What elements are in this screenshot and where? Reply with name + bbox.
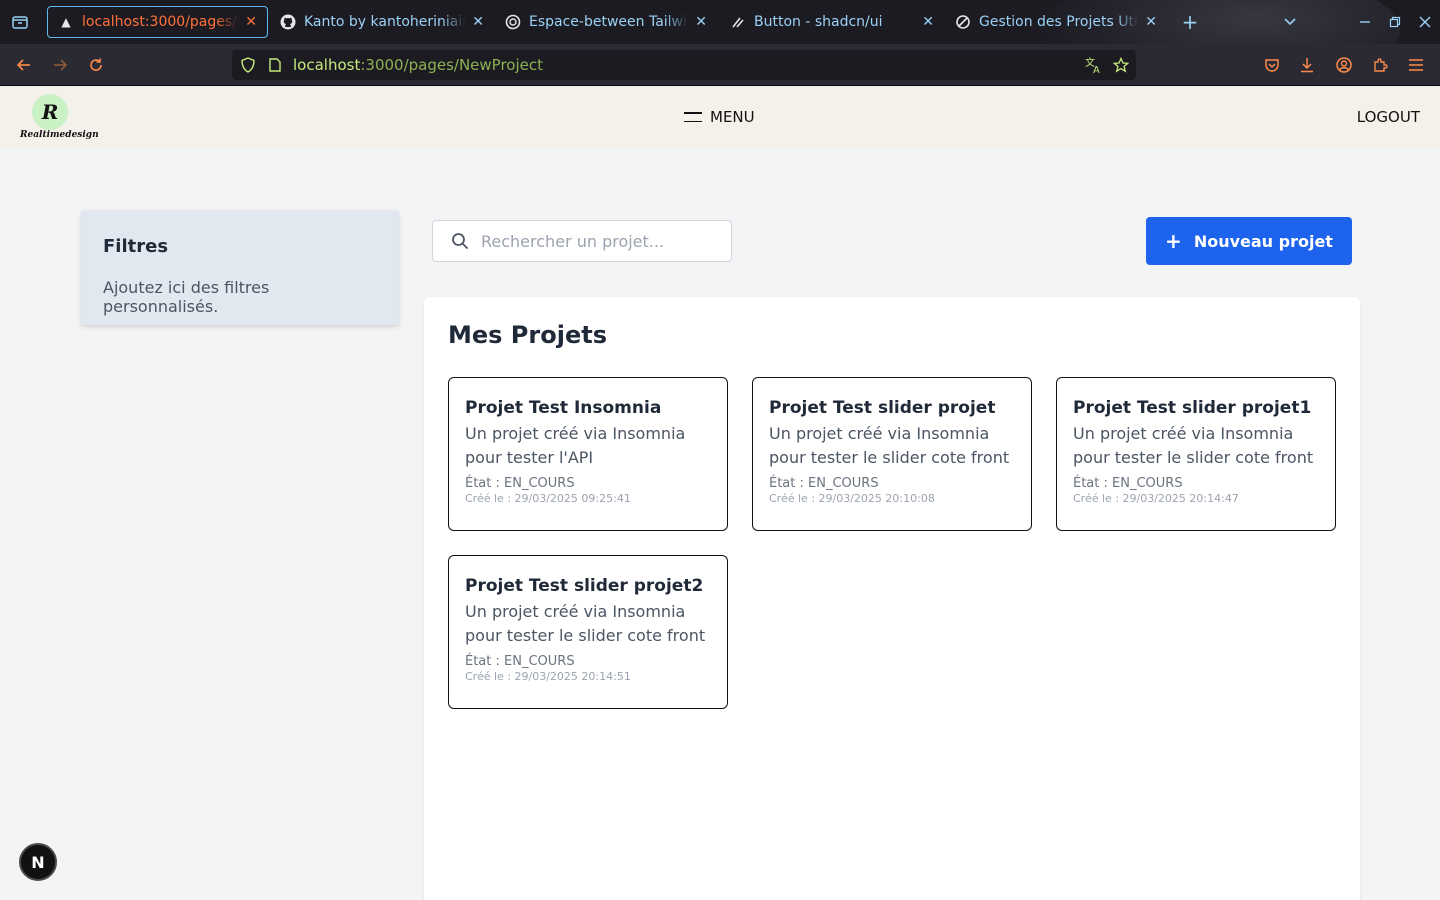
project-card[interactable]: Projet Test slider projet2 Un projet cré… bbox=[448, 555, 728, 709]
menu-button[interactable]: MENU bbox=[684, 108, 755, 126]
logo-text: Realtimedesign bbox=[20, 130, 99, 140]
tab-title: Gestion des Projets Utilisateur bbox=[979, 14, 1139, 30]
projects-panel: Mes Projets Projet Test Insomnia Un proj… bbox=[424, 297, 1360, 900]
back-icon[interactable] bbox=[12, 53, 36, 77]
browser-tab-4[interactable]: Button - shadcn/ui ✕ bbox=[720, 6, 944, 38]
close-tab-icon[interactable]: ✕ bbox=[695, 14, 707, 30]
project-description: Un projet créé via Insomnia pour tester … bbox=[1073, 424, 1314, 467]
swagger-icon bbox=[955, 14, 971, 30]
pocket-icon[interactable] bbox=[1260, 53, 1284, 77]
svg-text:A: A bbox=[1093, 65, 1100, 74]
plus-icon: + bbox=[1165, 229, 1182, 253]
project-card[interactable]: Projet Test slider projet1 Un projet cré… bbox=[1056, 377, 1336, 531]
tab-title: Kanto by kantoheriniaina bbox=[304, 14, 467, 30]
browser-navigation-bar: localhost:3000/pages/NewProject 文A bbox=[0, 44, 1440, 86]
search-input[interactable] bbox=[481, 229, 721, 253]
projects-title: Mes Projets bbox=[448, 321, 607, 349]
nextjs-dev-badge[interactable]: N bbox=[19, 843, 57, 881]
browser-tab-3[interactable]: Espace-between Tailwind CSS ✕ bbox=[495, 6, 717, 38]
translate-icon[interactable]: 文A bbox=[1081, 53, 1105, 77]
url-host: localhost bbox=[293, 56, 361, 74]
project-description: Un projet créé via Insomnia pour tester … bbox=[769, 424, 1010, 467]
search-box[interactable] bbox=[432, 220, 732, 262]
triangle-icon: ▲ bbox=[61, 15, 71, 29]
shield-icon[interactable] bbox=[236, 53, 260, 77]
logo[interactable]: R Realtimedesign bbox=[20, 94, 99, 144]
project-created-date: Créé le : 29/03/2025 20:10:08 bbox=[769, 492, 935, 505]
extensions-icon[interactable] bbox=[1368, 53, 1392, 77]
close-tab-icon[interactable]: ✕ bbox=[1145, 14, 1157, 30]
filters-title: Filtres bbox=[103, 236, 169, 257]
tab-title: Espace-between Tailwind CSS bbox=[529, 14, 689, 30]
close-tab-icon[interactable]: ✕ bbox=[922, 14, 934, 30]
list-tabs-icon[interactable] bbox=[1280, 12, 1300, 32]
project-name: Projet Test slider projet1 bbox=[1073, 398, 1312, 418]
tab-title: localhost:3000/pages/NewProject bbox=[82, 14, 239, 30]
shadcn-icon bbox=[730, 14, 746, 30]
close-tab-icon[interactable]: ✕ bbox=[245, 14, 257, 30]
project-name: Projet Test slider projet2 bbox=[465, 576, 704, 596]
github-icon bbox=[280, 14, 296, 30]
project-description: Un projet créé via Insomnia pour tester … bbox=[465, 424, 686, 467]
bookmark-star-icon[interactable] bbox=[1109, 53, 1133, 77]
project-state: État : EN_COURS bbox=[769, 476, 879, 491]
browser-tab-5[interactable]: Gestion des Projets Utilisateur ✕ bbox=[945, 6, 1167, 38]
project-name: Projet Test Insomnia bbox=[465, 398, 662, 418]
menu-label: MENU bbox=[710, 108, 755, 126]
new-project-button[interactable]: + Nouveau projet bbox=[1146, 217, 1352, 265]
project-card[interactable]: Projet Test slider projet Un projet créé… bbox=[752, 377, 1032, 531]
project-card[interactable]: Projet Test Insomnia Un projet créé via … bbox=[448, 377, 728, 531]
search-icon bbox=[452, 233, 468, 249]
project-created-date: Créé le : 29/03/2025 20:14:47 bbox=[1073, 492, 1239, 505]
forward-icon[interactable] bbox=[48, 53, 72, 77]
project-name: Projet Test slider projet bbox=[769, 398, 996, 418]
restore-icon[interactable] bbox=[1386, 12, 1404, 32]
filters-panel: Filtres Ajoutez ici des filtres personna… bbox=[81, 210, 399, 325]
close-window-icon[interactable] bbox=[1416, 12, 1434, 32]
new-project-label: Nouveau projet bbox=[1193, 231, 1333, 251]
browser-tab-1[interactable]: ▲ localhost:3000/pages/NewProject ✕ bbox=[47, 6, 268, 38]
download-icon[interactable] bbox=[1295, 53, 1319, 77]
url-text[interactable]: localhost:3000/pages/NewProject bbox=[293, 56, 543, 74]
browser-tab-2[interactable]: Kanto by kantoheriniaina ✕ bbox=[270, 6, 494, 38]
menu-icon bbox=[684, 112, 702, 122]
project-created-date: Créé le : 29/03/2025 09:25:41 bbox=[465, 492, 631, 505]
openai-icon bbox=[505, 14, 521, 30]
filters-description: Ajoutez ici des filtres personnalisés. bbox=[103, 278, 270, 316]
project-state: État : EN_COURS bbox=[465, 654, 575, 669]
project-state: État : EN_COURS bbox=[465, 476, 575, 491]
app-header: R Realtimedesign MENU LOGOUT bbox=[0, 86, 1440, 149]
tab-overview-icon[interactable] bbox=[10, 12, 30, 32]
reload-icon[interactable] bbox=[84, 53, 108, 77]
logout-button[interactable]: LOGOUT bbox=[1357, 108, 1420, 126]
browser-tab-bar: ▲ localhost:3000/pages/NewProject ✕ Kant… bbox=[0, 0, 1440, 44]
project-description: Un projet créé via Insomnia pour tester … bbox=[465, 602, 706, 645]
url-path: :3000/pages/NewProject bbox=[360, 56, 543, 74]
tab-title: Button - shadcn/ui bbox=[754, 14, 883, 30]
close-tab-icon[interactable]: ✕ bbox=[472, 14, 484, 30]
page-icon[interactable] bbox=[263, 53, 287, 77]
new-tab-icon[interactable]: + bbox=[1180, 10, 1200, 34]
minimize-icon[interactable] bbox=[1356, 12, 1374, 32]
project-state: État : EN_COURS bbox=[1073, 476, 1183, 491]
account-icon[interactable] bbox=[1332, 53, 1356, 77]
hamburger-menu-icon[interactable] bbox=[1404, 53, 1428, 77]
project-created-date: Créé le : 29/03/2025 20:14:51 bbox=[465, 670, 631, 683]
logo-circle: R bbox=[32, 94, 68, 130]
url-bar[interactable]: localhost:3000/pages/NewProject 文A bbox=[232, 50, 1136, 80]
